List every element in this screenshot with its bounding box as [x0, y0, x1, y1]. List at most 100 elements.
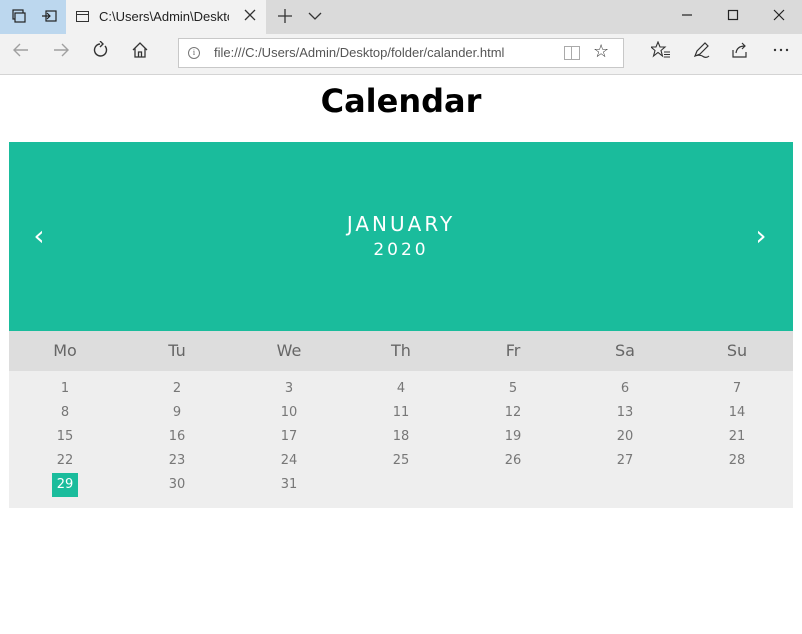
new-tab-button[interactable] — [276, 7, 294, 27]
day-cell[interactable]: 26 — [457, 449, 569, 473]
day-number: 7 — [732, 381, 742, 396]
day-cell[interactable]: 27 — [569, 449, 681, 473]
share-icon — [732, 42, 747, 58]
address-bar[interactable]: i file:///C:/Users/Admin/Desktop/folder/… — [178, 38, 624, 68]
day-cell[interactable]: 19 — [457, 425, 569, 449]
day-cell[interactable]: 20 — [569, 425, 681, 449]
day-cell[interactable]: 24 — [233, 449, 345, 473]
weekday-mo: Mo — [53, 341, 77, 360]
day-cell[interactable]: 11 — [345, 401, 457, 425]
page-icon — [76, 11, 89, 22]
day-cell[interactable]: 25 — [345, 449, 457, 473]
close-window-button[interactable] — [756, 0, 802, 34]
day-number: 9 — [172, 405, 182, 420]
close-icon — [773, 9, 785, 21]
day-cell[interactable]: 1 — [9, 377, 121, 401]
day-cell[interactable]: 21 — [681, 425, 793, 449]
browser-toolbar: i file:///C:/Users/Admin/Desktop/folder/… — [0, 34, 802, 75]
favorites-button[interactable] — [648, 40, 674, 67]
day-cell[interactable]: 10 — [233, 401, 345, 425]
day-cell[interactable]: 5 — [457, 377, 569, 401]
day-cell[interactable]: 18 — [345, 425, 457, 449]
day-number: 29 — [51, 473, 79, 497]
day-cell[interactable]: 30 — [121, 473, 233, 497]
pen-icon — [693, 42, 710, 58]
day-cell-active[interactable]: 29 — [9, 473, 121, 497]
forward-button[interactable] — [48, 41, 74, 67]
minimize-icon — [682, 14, 692, 16]
day-cell[interactable]: 8 — [9, 401, 121, 425]
day-cell[interactable]: 7 — [681, 377, 793, 401]
tab-title: C:\Users\Admin\Deskto — [99, 9, 229, 24]
day-cell[interactable]: 9 — [121, 401, 233, 425]
day-cell[interactable]: 4 — [345, 377, 457, 401]
tab-preview-button[interactable] — [307, 8, 323, 24]
back-arrow-icon — [13, 43, 28, 57]
minimize-button[interactable] — [664, 0, 710, 34]
day-number: 21 — [728, 429, 746, 444]
day-number: 22 — [56, 453, 74, 468]
day-number: 25 — [392, 453, 410, 468]
weekday-row: Mo Tu We Th Fr Sa Su — [9, 331, 793, 371]
browser-tab[interactable]: C:\Users\Admin\Deskto — [66, 0, 266, 34]
favorites-list-icon — [649, 40, 670, 58]
day-cell[interactable]: 15 — [9, 425, 121, 449]
web-note-button[interactable] — [688, 41, 714, 67]
day-cell[interactable]: 17 — [233, 425, 345, 449]
day-cell[interactable]: 6 — [569, 377, 681, 401]
day-number: 20 — [616, 429, 634, 444]
info-icon[interactable]: i — [188, 47, 200, 59]
forward-arrow-icon — [54, 43, 69, 57]
day-number: 5 — [508, 381, 518, 396]
weekday-tu: Tu — [168, 341, 186, 360]
day-cell[interactable]: 3 — [233, 377, 345, 401]
next-month-button[interactable]: › — [749, 220, 773, 252]
day-number: 15 — [56, 429, 74, 444]
home-button[interactable] — [127, 41, 153, 67]
day-cell[interactable]: 23 — [121, 449, 233, 473]
day-number: 2 — [172, 381, 182, 396]
page-title: Calendar — [320, 82, 482, 120]
day-cell[interactable]: 31 — [233, 473, 345, 497]
star-icon[interactable]: ☆ — [593, 41, 609, 63]
day-number: 4 — [396, 381, 406, 396]
day-number: 17 — [280, 429, 298, 444]
browser-titlebar: C:\Users\Admin\Deskto — [0, 0, 802, 34]
day-number: 11 — [392, 405, 410, 420]
share-button[interactable] — [727, 41, 753, 67]
close-tab-button[interactable] — [242, 8, 258, 24]
day-number: 8 — [60, 405, 70, 420]
day-cell[interactable]: 12 — [457, 401, 569, 425]
day-number: 26 — [504, 453, 522, 468]
weekday-we: We — [276, 341, 302, 360]
calendar-header: ‹ JANUARY 2020 › — [9, 142, 793, 331]
weekday-th: Th — [391, 341, 411, 360]
weekday-fr: Fr — [505, 341, 521, 360]
tab-actions-icon[interactable] — [10, 8, 28, 26]
day-cell[interactable]: 16 — [121, 425, 233, 449]
calendar-month: JANUARY — [346, 212, 456, 236]
maximize-button[interactable] — [710, 0, 756, 34]
address-text[interactable]: file:///C:/Users/Admin/Desktop/folder/ca… — [214, 45, 504, 60]
day-cell[interactable]: 2 — [121, 377, 233, 401]
day-cell[interactable]: 28 — [681, 449, 793, 473]
calendar-year: 2020 — [373, 240, 429, 260]
day-number: 12 — [504, 405, 522, 420]
day-number: 27 — [616, 453, 634, 468]
more-button[interactable] — [768, 41, 794, 67]
back-button[interactable] — [8, 41, 34, 67]
refresh-button[interactable] — [87, 40, 113, 67]
day-cell[interactable]: 13 — [569, 401, 681, 425]
reading-view-icon[interactable] — [564, 46, 580, 60]
plus-icon — [278, 9, 292, 23]
maximize-icon — [727, 9, 739, 21]
day-number: 24 — [280, 453, 298, 468]
day-number: 6 — [620, 381, 630, 396]
day-cell[interactable]: 14 — [681, 401, 793, 425]
day-number: 28 — [728, 453, 746, 468]
set-aside-tabs-icon[interactable] — [40, 8, 58, 26]
home-icon — [132, 42, 148, 58]
day-cell[interactable]: 22 — [9, 449, 121, 473]
day-number: 19 — [504, 429, 522, 444]
day-number: 16 — [168, 429, 186, 444]
